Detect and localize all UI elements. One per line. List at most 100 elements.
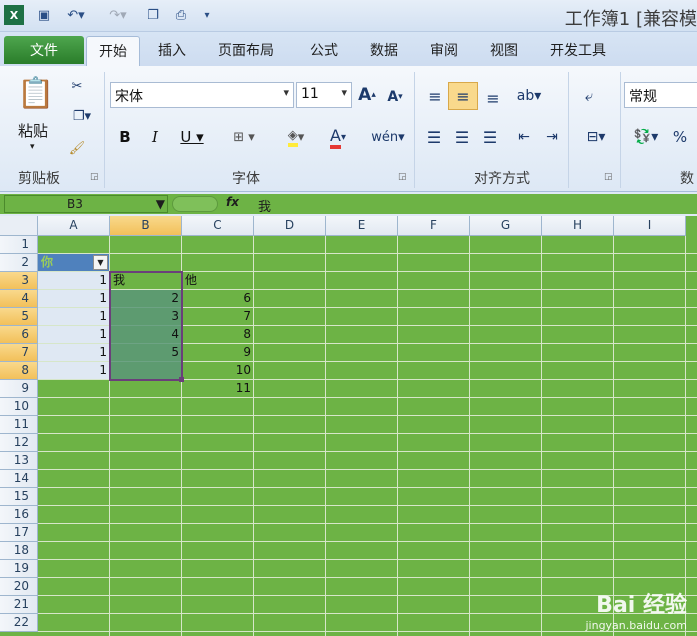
name-box[interactable]: B3 ▼ <box>4 195 168 213</box>
tab-formulas[interactable]: 公式 <box>310 40 338 60</box>
excel-logo-icon[interactable]: X <box>4 5 24 25</box>
insert-function-icon[interactable]: fx <box>226 195 239 209</box>
row-header-21[interactable]: 21 <box>0 596 38 614</box>
column-header-e[interactable]: E <box>326 216 398 236</box>
row-header-5[interactable]: 5 <box>0 308 38 326</box>
cell-a4[interactable]: 1 <box>38 290 110 308</box>
orientation-icon[interactable]: ab▾ <box>512 84 546 108</box>
tab-home[interactable]: 开始 <box>86 36 140 66</box>
cell-b6[interactable]: 4 <box>110 326 182 344</box>
cell-c5[interactable]: 7 <box>182 308 254 326</box>
filter-dropdown-icon[interactable]: ▼ <box>93 255 108 270</box>
cell-a7[interactable]: 1 <box>38 344 110 362</box>
tab-view[interactable]: 视图 <box>490 40 518 60</box>
cell-a5[interactable]: 1 <box>38 308 110 326</box>
grow-font-icon[interactable]: A ▴ <box>356 84 378 106</box>
worksheet-grid[interactable]: A B C D E F G H I 1 2 3 4 5 6 7 8 9 10 11 12 13 14 15 16 17 18 19 20… <box>0 216 697 636</box>
formula-input[interactable]: 我 <box>258 196 271 215</box>
row-header-16[interactable]: 16 <box>0 506 38 524</box>
bold-icon[interactable]: B <box>114 126 136 148</box>
column-header-f[interactable]: F <box>398 216 470 236</box>
increase-indent-icon[interactable]: ⇥ <box>540 126 564 148</box>
paste-dropdown-icon[interactable]: ▾ <box>30 142 35 152</box>
cell-b7[interactable]: 5 <box>110 344 182 362</box>
fill-color-icon[interactable]: ◈ ▾ <box>276 124 316 150</box>
row-header-2[interactable]: 2 <box>0 254 38 272</box>
accounting-format-icon[interactable]: 💱▾ <box>626 124 666 150</box>
column-header-g[interactable]: G <box>470 216 542 236</box>
cell-c8[interactable]: 10 <box>182 362 254 380</box>
row-header-3[interactable]: 3 <box>0 272 38 290</box>
font-color-icon[interactable]: A ▾ <box>318 124 358 150</box>
cell-a6[interactable]: 1 <box>38 326 110 344</box>
copy-format-icon[interactable]: ❐ <box>142 5 164 25</box>
percent-icon[interactable]: % <box>668 126 692 148</box>
phonetic-icon[interactable]: wén▾ <box>366 124 410 150</box>
column-header-c[interactable]: C <box>182 216 254 236</box>
border-icon[interactable]: ⊞ ▾ <box>224 126 264 148</box>
row-header-17[interactable]: 17 <box>0 524 38 542</box>
font-name-combo[interactable]: 宋体 ▾ <box>110 82 294 108</box>
number-format-combo[interactable]: 常规 <box>624 82 697 108</box>
row-header-11[interactable]: 11 <box>0 416 38 434</box>
align-top-icon[interactable]: ≡ <box>422 84 448 108</box>
row-header-9[interactable]: 9 <box>0 380 38 398</box>
select-all-corner[interactable] <box>0 216 38 236</box>
row-header-10[interactable]: 10 <box>0 398 38 416</box>
align-right-icon[interactable]: ☰ <box>478 126 502 148</box>
clipboard-launcher-icon[interactable]: ◲ <box>90 172 99 182</box>
alignment-launcher-icon[interactable]: ◲ <box>604 172 613 182</box>
row-header-13[interactable]: 13 <box>0 452 38 470</box>
save-icon[interactable]: ▣ <box>34 5 54 25</box>
cell-a3[interactable]: 1 <box>38 272 110 290</box>
font-launcher-icon[interactable]: ◲ <box>398 172 407 182</box>
chevron-down-icon[interactable]: ▾ <box>341 86 347 99</box>
undo-icon[interactable]: ↶▾ <box>62 5 90 25</box>
row-header-1[interactable]: 1 <box>0 236 38 254</box>
redo-icon[interactable]: ↷▾ <box>104 5 132 25</box>
tab-file[interactable]: 文件 <box>4 36 84 64</box>
italic-icon[interactable]: I <box>144 126 166 148</box>
align-middle-icon[interactable]: ≡ <box>448 82 478 110</box>
cell-c4[interactable]: 6 <box>182 290 254 308</box>
row-header-15[interactable]: 15 <box>0 488 38 506</box>
tab-page-layout[interactable]: 页面布局 <box>218 40 274 60</box>
row-header-18[interactable]: 18 <box>0 542 38 560</box>
tab-insert[interactable]: 插入 <box>158 40 186 60</box>
tab-developer[interactable]: 开发工具 <box>550 40 606 60</box>
paste-label[interactable]: 粘贴 <box>18 120 48 141</box>
print-preview-icon[interactable]: ⎙ <box>170 5 192 25</box>
column-header-h[interactable]: H <box>542 216 614 236</box>
row-header-6[interactable]: 6 <box>0 326 38 344</box>
row-header-8[interactable]: 8 <box>0 362 38 380</box>
tab-data[interactable]: 数据 <box>370 40 398 60</box>
cell-c6[interactable]: 8 <box>182 326 254 344</box>
font-size-combo[interactable]: 11 ▾ <box>296 82 352 108</box>
align-center-icon[interactable]: ☰ <box>450 126 474 148</box>
row-header-12[interactable]: 12 <box>0 434 38 452</box>
formula-bar-handle[interactable] <box>172 196 218 212</box>
column-header-b[interactable]: B <box>110 216 182 236</box>
chevron-down-icon[interactable]: ▼ <box>156 196 165 212</box>
format-painter-icon[interactable]: 🖌 <box>66 138 88 158</box>
row-header-14[interactable]: 14 <box>0 470 38 488</box>
cell-b5[interactable]: 3 <box>110 308 182 326</box>
merge-center-icon[interactable]: ⊟▾ <box>576 126 616 148</box>
shrink-font-icon[interactable]: A ▾ <box>384 86 406 108</box>
wrap-text-icon[interactable]: ⤶ <box>576 84 602 108</box>
row-header-22[interactable]: 22 <box>0 614 38 632</box>
cell-c3[interactable]: 他 <box>182 272 254 290</box>
cut-icon[interactable]: ✂ <box>66 76 88 96</box>
underline-icon[interactable]: U ▾ <box>172 126 212 148</box>
row-header-4[interactable]: 4 <box>0 290 38 308</box>
row-header-20[interactable]: 20 <box>0 578 38 596</box>
column-header-i[interactable]: I <box>614 216 686 236</box>
cell-a8[interactable]: 1 <box>38 362 110 380</box>
row-header-7[interactable]: 7 <box>0 344 38 362</box>
chevron-down-icon[interactable]: ▾ <box>283 86 289 99</box>
customize-qat-icon[interactable]: ▾ <box>200 5 214 25</box>
copy-icon[interactable]: ❐▾ <box>64 106 100 126</box>
cell-c7[interactable]: 9 <box>182 344 254 362</box>
tab-review[interactable]: 审阅 <box>430 40 458 60</box>
decrease-indent-icon[interactable]: ⇤ <box>512 126 536 148</box>
